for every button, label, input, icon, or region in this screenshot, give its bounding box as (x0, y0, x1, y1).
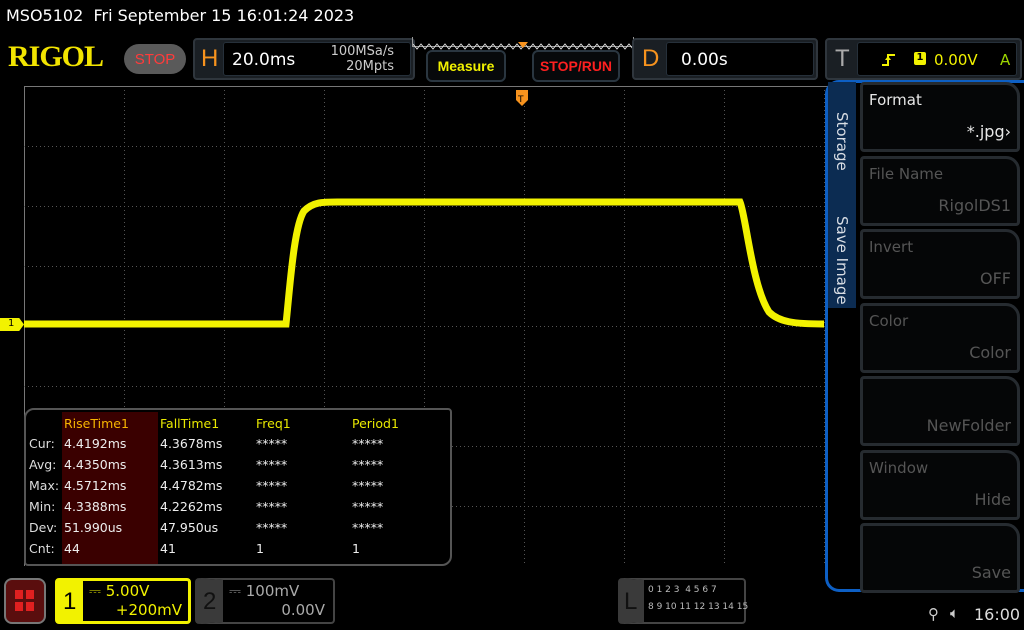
delay-label: D (642, 45, 660, 72)
measurement-value: 4.2262ms (160, 499, 223, 514)
channel2-number: 2 (203, 588, 217, 615)
measurement-value: 51.990us (64, 520, 123, 535)
measurement-row-label: Max: (29, 478, 60, 493)
tab-save-image[interactable]: Save Image (833, 216, 851, 305)
clock-time: 16:00 (974, 605, 1021, 624)
channel1-box[interactable]: 1 ⎓ 5.00V +200mV (55, 578, 191, 624)
measurement-value: ***** (256, 436, 288, 451)
measurement-value: 4.5712ms (64, 478, 127, 493)
timebase-value: 20.0ms (232, 50, 296, 70)
softkey-title: Invert (869, 238, 914, 256)
measurement-value: 4.4192ms (64, 436, 127, 451)
logic-channels-row1: 0 1 2 3 4 5 6 7 (648, 585, 717, 595)
softkey-value: NewFolder (926, 416, 1011, 435)
memory-timeline (412, 37, 634, 50)
softkey-title: Color (869, 311, 909, 330)
trigger-box[interactable]: T 1 0.00V A (825, 38, 1022, 80)
grid-menu-icon (15, 590, 34, 611)
side-menu-tabs: Storage Save Image (828, 82, 856, 308)
title-bar: MSO5102 Fri September 15 16:01:24 2023 (6, 6, 354, 25)
measurement-value: ***** (352, 499, 384, 514)
softkey-value: Save (971, 563, 1011, 582)
measurement-row-label: Avg: (29, 457, 57, 472)
measurement-value: 41 (160, 541, 176, 556)
measurement-value: 1 (352, 541, 360, 556)
memory-depth: 20Mpts (346, 59, 394, 74)
softkey-value: Color (969, 342, 1011, 362)
trigger-label: T (835, 45, 850, 72)
measurement-value: 4.3388ms (64, 499, 127, 514)
horizontal-box[interactable]: H 20.0ms 100MSa/s 20Mpts (193, 38, 415, 80)
measurement-row-label: Dev: (29, 520, 58, 535)
channel2-scale: 100mV (245, 582, 300, 600)
softkey-title: File Name (869, 164, 944, 183)
measurement-header[interactable]: Period1 (352, 416, 399, 431)
measurement-header[interactable]: FallTime1 (160, 416, 219, 431)
channel1-number: 1 (63, 588, 77, 615)
model-name: MSO5102 (6, 6, 84, 25)
measurement-value: 4.3678ms (160, 436, 223, 451)
logic-label: L (624, 588, 638, 615)
measure-button[interactable]: Measure (426, 50, 506, 82)
stop-run-button[interactable]: STOP/RUN (532, 50, 620, 82)
softkey-6[interactable]: Window Hide (860, 449, 1020, 520)
logic-box[interactable]: L 0 1 2 3 4 5 6 7 8 9 10 11 12 13 14 15 (618, 578, 749, 624)
trigger-level: 0.00V (934, 51, 978, 69)
measurement-value: 4.4350ms (64, 457, 127, 472)
channel1-scale: 5.00V (105, 582, 150, 600)
channel1-marker[interactable]: 1 (0, 318, 24, 331)
softkey-value: OFF (980, 269, 1011, 288)
measurement-value: 47.950us (160, 520, 219, 535)
softkey-2[interactable]: File Name RigolDS1 (860, 155, 1020, 226)
measurement-value: 4.4782ms (160, 478, 223, 493)
softkey-1[interactable]: Format *.jpg› (860, 82, 1020, 152)
measurement-header[interactable]: RiseTime1 (64, 416, 129, 431)
horizontal-label: H (201, 45, 219, 72)
measurement-table: RiseTime1 FallTime1 Freq1 Period1 Cur: 4.4192… (24, 408, 452, 566)
measurement-value: ***** (256, 478, 288, 493)
rigol-logo: RIGOL (8, 40, 104, 73)
channel1-offset: +200mV (115, 601, 182, 619)
measurement-value: 1 (256, 541, 264, 556)
chevron-right-icon: › (1004, 122, 1011, 141)
measurement-header[interactable]: Freq1 (256, 416, 291, 431)
channel2-box[interactable]: 2 ⎓ 100mV 0.00V (195, 578, 335, 624)
delay-box[interactable]: D 0.00s (632, 38, 818, 80)
softkey-4[interactable]: Color Color (860, 302, 1020, 373)
measurement-value: ***** (256, 499, 288, 514)
softkey-value: *.jpg (966, 122, 1005, 141)
measurement-row-label: Cur: (29, 436, 55, 451)
measurement-value: 44 (64, 541, 80, 556)
sample-rate: 100MSa/s (330, 44, 394, 59)
softkey-5[interactable]: NewFolder (860, 376, 1020, 446)
softkey-value: Hide (974, 489, 1011, 509)
measurement-value: ***** (352, 457, 384, 472)
softkey-title: Format (869, 91, 922, 109)
softkey-value: RigolDS1 (938, 195, 1011, 215)
menu-button[interactable] (4, 578, 46, 624)
measurement-value: ***** (256, 457, 288, 472)
trigger-mode: A (1000, 51, 1011, 69)
svg-text:T: T (517, 95, 524, 105)
run-state-badge[interactable]: STOP (124, 44, 186, 74)
trigger-source-badge: 1 (914, 52, 926, 65)
usb-icon: ⚲ (928, 605, 939, 623)
rising-edge-icon (882, 54, 895, 66)
channel2-offset: 0.00V (281, 601, 325, 619)
speaker-muted-icon[interactable]: 🔈︎ (950, 604, 959, 622)
measurement-value: ***** (352, 478, 384, 493)
measurement-value: 4.3613ms (160, 457, 223, 472)
datetime: Fri September 15 16:01:24 2023 (93, 6, 355, 25)
measurement-row-label: Cnt: (29, 541, 55, 556)
tab-storage[interactable]: Storage (833, 112, 851, 171)
measurement-row-label: Min: (29, 499, 56, 514)
softkey-3[interactable]: Invert OFF (860, 229, 1020, 299)
measurement-value: ***** (352, 520, 384, 535)
softkey-7[interactable]: Save (860, 523, 1020, 593)
measurement-value: ***** (352, 436, 384, 451)
logic-channels-row2: 8 9 10 11 12 13 14 15 (648, 602, 749, 612)
measurement-value: ***** (256, 520, 288, 535)
delay-value: 0.00s (681, 50, 728, 70)
softkey-title: Window (869, 458, 929, 477)
